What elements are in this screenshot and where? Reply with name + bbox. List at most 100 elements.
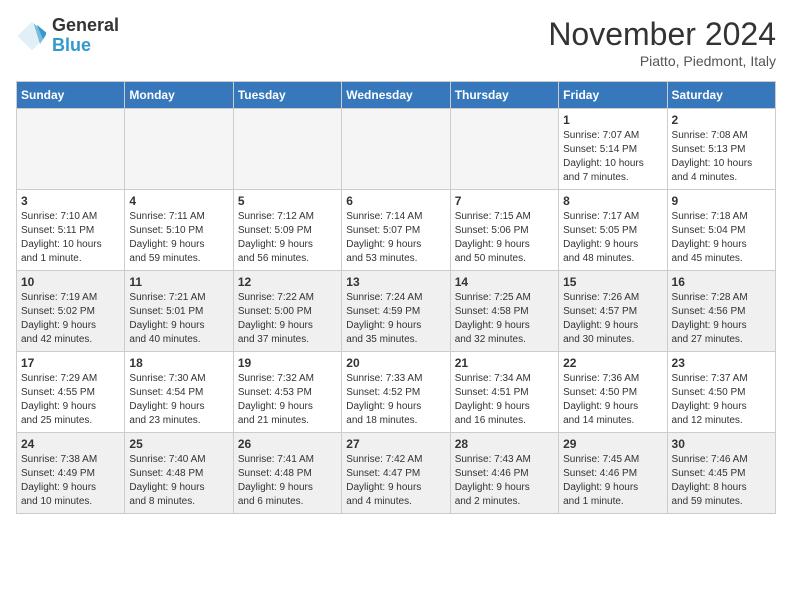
page-header: General Blue November 2024 Piatto, Piedm… <box>16 16 776 69</box>
day-info: Sunrise: 7:07 AM Sunset: 5:14 PM Dayligh… <box>563 129 662 185</box>
day-info: Sunrise: 7:30 AM Sunset: 4:54 PM Dayligh… <box>129 372 228 428</box>
weekday-header: Wednesday <box>342 82 450 109</box>
day-number: 16 <box>672 275 771 289</box>
calendar-cell: 3Sunrise: 7:10 AM Sunset: 5:11 PM Daylig… <box>17 190 125 271</box>
day-info: Sunrise: 7:37 AM Sunset: 4:50 PM Dayligh… <box>672 372 771 428</box>
day-info: Sunrise: 7:08 AM Sunset: 5:13 PM Dayligh… <box>672 129 771 185</box>
calendar-cell: 11 Sunrise: 7:21 AM Sunset: 5:01 PM Dayli… <box>125 271 233 352</box>
day-info: Sunrise: 7:15 AM Sunset: 5:06 PM Dayligh… <box>455 210 554 266</box>
weekday-header: Tuesday <box>233 82 341 109</box>
day-info: Sunrise: 7:21 AM Sunset: 5:01 PM Dayligh… <box>129 291 228 347</box>
day-info: Sunrise: 7:34 AM Sunset: 4:51 PM Dayligh… <box>455 372 554 428</box>
day-number: 11 <box>129 275 228 289</box>
month-title: November 2024 <box>548 16 776 53</box>
location: Piatto, Piedmont, Italy <box>548 53 776 69</box>
day-number: 15 <box>563 275 662 289</box>
calendar-cell: 21 Sunrise: 7:34 AM Sunset: 4:51 PM Dayli… <box>450 352 558 433</box>
calendar-cell: 20Sunrise: 7:33 AM Sunset: 4:52 PM Dayli… <box>342 352 450 433</box>
calendar-body: 1 Sunrise: 7:07 AM Sunset: 5:14 PM Daylig… <box>17 109 776 514</box>
calendar-week-row: 10 Sunrise: 7:19 AM Sunset: 5:02 PM Dayli… <box>17 271 776 352</box>
calendar-week-row: 1 Sunrise: 7:07 AM Sunset: 5:14 PM Daylig… <box>17 109 776 190</box>
day-number: 28 <box>455 437 554 451</box>
day-info: Sunrise: 7:45 AM Sunset: 4:46 PM Dayligh… <box>563 453 662 509</box>
weekday-header: Monday <box>125 82 233 109</box>
day-number: 5 <box>238 194 337 208</box>
day-info: Sunrise: 7:11 AM Sunset: 5:10 PM Dayligh… <box>129 210 228 266</box>
weekday-header: Friday <box>559 82 667 109</box>
calendar-cell: 27Sunrise: 7:42 AM Sunset: 4:47 PM Dayli… <box>342 433 450 514</box>
calendar-cell: 25 Sunrise: 7:40 AM Sunset: 4:48 PM Dayli… <box>125 433 233 514</box>
weekday-header: Thursday <box>450 82 558 109</box>
calendar-cell: 10 Sunrise: 7:19 AM Sunset: 5:02 PM Dayli… <box>17 271 125 352</box>
day-number: 30 <box>672 437 771 451</box>
day-number: 27 <box>346 437 445 451</box>
day-info: Sunrise: 7:41 AM Sunset: 4:48 PM Dayligh… <box>238 453 337 509</box>
calendar-cell: 5 Sunrise: 7:12 AM Sunset: 5:09 PM Daylig… <box>233 190 341 271</box>
calendar-cell <box>342 109 450 190</box>
day-info: Sunrise: 7:12 AM Sunset: 5:09 PM Dayligh… <box>238 210 337 266</box>
calendar-cell <box>233 109 341 190</box>
day-info: Sunrise: 7:46 AM Sunset: 4:45 PM Dayligh… <box>672 453 771 509</box>
day-number: 29 <box>563 437 662 451</box>
day-number: 14 <box>455 275 554 289</box>
calendar-cell: 7Sunrise: 7:15 AM Sunset: 5:06 PM Daylig… <box>450 190 558 271</box>
day-number: 25 <box>129 437 228 451</box>
day-number: 2 <box>672 113 771 127</box>
day-info: Sunrise: 7:14 AM Sunset: 5:07 PM Dayligh… <box>346 210 445 266</box>
calendar-week-row: 3Sunrise: 7:10 AM Sunset: 5:11 PM Daylig… <box>17 190 776 271</box>
calendar-cell: 9 Sunrise: 7:18 AM Sunset: 5:04 PM Daylig… <box>667 190 775 271</box>
logo-general-text: General <box>52 15 119 35</box>
calendar-week-row: 24 Sunrise: 7:38 AM Sunset: 4:49 PM Dayli… <box>17 433 776 514</box>
calendar-cell: 19 Sunrise: 7:32 AM Sunset: 4:53 PM Dayli… <box>233 352 341 433</box>
calendar-cell: 26Sunrise: 7:41 AM Sunset: 4:48 PM Dayli… <box>233 433 341 514</box>
day-number: 24 <box>21 437 120 451</box>
day-info: Sunrise: 7:32 AM Sunset: 4:53 PM Dayligh… <box>238 372 337 428</box>
calendar-cell: 13 Sunrise: 7:24 AM Sunset: 4:59 PM Dayli… <box>342 271 450 352</box>
logo-icon <box>16 20 48 52</box>
calendar-cell: 29 Sunrise: 7:45 AM Sunset: 4:46 PM Dayli… <box>559 433 667 514</box>
day-number: 6 <box>346 194 445 208</box>
calendar-cell: 16 Sunrise: 7:28 AM Sunset: 4:56 PM Dayli… <box>667 271 775 352</box>
calendar-cell: 6 Sunrise: 7:14 AM Sunset: 5:07 PM Daylig… <box>342 190 450 271</box>
calendar-cell: 17 Sunrise: 7:29 AM Sunset: 4:55 PM Dayli… <box>17 352 125 433</box>
day-info: Sunrise: 7:25 AM Sunset: 4:58 PM Dayligh… <box>455 291 554 347</box>
day-number: 13 <box>346 275 445 289</box>
day-info: Sunrise: 7:33 AM Sunset: 4:52 PM Dayligh… <box>346 372 445 428</box>
day-info: Sunrise: 7:38 AM Sunset: 4:49 PM Dayligh… <box>21 453 120 509</box>
calendar-cell: 15 Sunrise: 7:26 AM Sunset: 4:57 PM Dayli… <box>559 271 667 352</box>
logo: General Blue <box>16 16 119 56</box>
calendar-table: SundayMondayTuesdayWednesdayThursdayFrid… <box>16 81 776 514</box>
day-number: 19 <box>238 356 337 370</box>
day-number: 17 <box>21 356 120 370</box>
calendar-cell <box>450 109 558 190</box>
day-number: 4 <box>129 194 228 208</box>
day-number: 10 <box>21 275 120 289</box>
weekday-header: Saturday <box>667 82 775 109</box>
day-info: Sunrise: 7:22 AM Sunset: 5:00 PM Dayligh… <box>238 291 337 347</box>
day-info: Sunrise: 7:29 AM Sunset: 4:55 PM Dayligh… <box>21 372 120 428</box>
day-number: 1 <box>563 113 662 127</box>
day-info: Sunrise: 7:43 AM Sunset: 4:46 PM Dayligh… <box>455 453 554 509</box>
weekday-header-row: SundayMondayTuesdayWednesdayThursdayFrid… <box>17 82 776 109</box>
day-number: 8 <box>563 194 662 208</box>
day-number: 21 <box>455 356 554 370</box>
day-info: Sunrise: 7:17 AM Sunset: 5:05 PM Dayligh… <box>563 210 662 266</box>
title-area: November 2024 Piatto, Piedmont, Italy <box>548 16 776 69</box>
day-info: Sunrise: 7:28 AM Sunset: 4:56 PM Dayligh… <box>672 291 771 347</box>
calendar-cell <box>17 109 125 190</box>
calendar-cell: 2 Sunrise: 7:08 AM Sunset: 5:13 PM Daylig… <box>667 109 775 190</box>
day-info: Sunrise: 7:24 AM Sunset: 4:59 PM Dayligh… <box>346 291 445 347</box>
calendar-cell: 18 Sunrise: 7:30 AM Sunset: 4:54 PM Dayli… <box>125 352 233 433</box>
logo-blue-text: Blue <box>52 35 91 55</box>
calendar-cell: 24 Sunrise: 7:38 AM Sunset: 4:49 PM Dayli… <box>17 433 125 514</box>
day-info: Sunrise: 7:18 AM Sunset: 5:04 PM Dayligh… <box>672 210 771 266</box>
day-number: 18 <box>129 356 228 370</box>
day-info: Sunrise: 7:26 AM Sunset: 4:57 PM Dayligh… <box>563 291 662 347</box>
day-info: Sunrise: 7:19 AM Sunset: 5:02 PM Dayligh… <box>21 291 120 347</box>
calendar-cell: 23Sunrise: 7:37 AM Sunset: 4:50 PM Dayli… <box>667 352 775 433</box>
day-info: Sunrise: 7:40 AM Sunset: 4:48 PM Dayligh… <box>129 453 228 509</box>
weekday-header: Sunday <box>17 82 125 109</box>
day-number: 9 <box>672 194 771 208</box>
calendar-cell: 12Sunrise: 7:22 AM Sunset: 5:00 PM Dayli… <box>233 271 341 352</box>
calendar-cell: 28 Sunrise: 7:43 AM Sunset: 4:46 PM Dayli… <box>450 433 558 514</box>
